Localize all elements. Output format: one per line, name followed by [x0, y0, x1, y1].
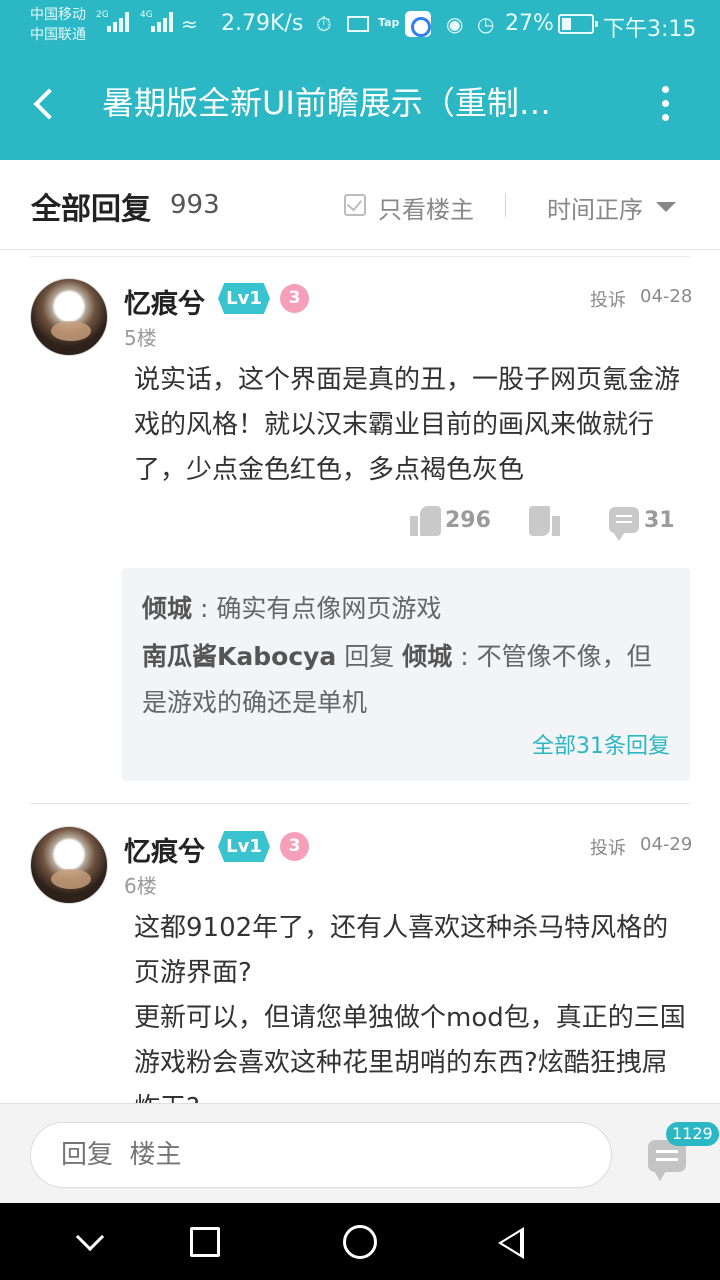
- alarm-icon: ◷: [477, 12, 495, 36]
- avatar[interactable]: [30, 278, 108, 356]
- divider: [30, 803, 690, 804]
- home-icon[interactable]: [343, 1225, 377, 1259]
- reply-input[interactable]: [30, 1122, 612, 1188]
- sub-reply-text: 确实有点像网页游戏: [216, 594, 442, 623]
- app-header: 中国移动 中国联通 2G 4G ≈ 2.79K/s ⏱ Tap ◉ ◷ 27% …: [0, 0, 720, 160]
- status-bar: 中国移动 中国联通 2G 4G ≈ 2.79K/s ⏱ Tap ◉ ◷ 27% …: [0, 0, 720, 50]
- level-badge: Lv1: [218, 831, 270, 862]
- reply-count: 993: [170, 190, 220, 220]
- checkbox-icon[interactable]: [344, 194, 366, 216]
- tap-icon: Tap: [378, 16, 400, 29]
- battery-percent: 27%: [505, 11, 554, 36]
- post-content: 说实话，这个界面是真的丑，一股子网页氪金游戏的风格！就以汉末霸业目前的画风来做就…: [134, 365, 681, 485]
- system-nav-bar: [0, 1203, 720, 1280]
- filter-bar: 全部回复 993 只看楼主 时间正序: [0, 160, 720, 250]
- eye-icon: ◉: [446, 12, 464, 36]
- rank-badge: 3: [280, 832, 309, 861]
- recent-apps-icon[interactable]: [190, 1227, 220, 1257]
- sort-dropdown[interactable]: 时间正序: [547, 190, 643, 225]
- post-date: 04-29: [640, 834, 693, 855]
- avatar[interactable]: [30, 826, 108, 904]
- carrier-1: 中国移动: [30, 7, 86, 23]
- post-content: 这都9102年了，还有人喜欢这种杀马特风格的页游界面? 更新可以，但请您单独做个…: [134, 906, 689, 1103]
- reply-bar: 1129: [0, 1103, 720, 1203]
- author-name[interactable]: 忆痕兮: [124, 830, 205, 869]
- back-button[interactable]: [18, 78, 68, 128]
- all-replies-label: 全部回复: [31, 192, 151, 227]
- comment-count[interactable]: 31: [644, 508, 675, 533]
- comment-icon[interactable]: [609, 507, 639, 541]
- timer-icon: ⏱: [316, 12, 332, 36]
- floor-number: 6楼: [124, 874, 157, 898]
- report-button[interactable]: 投诉: [590, 834, 626, 860]
- like-count[interactable]: 296: [445, 508, 491, 533]
- thumbs-up-icon[interactable]: [410, 504, 442, 538]
- post-content-line: 这都9102年了，还有人喜欢这种杀马特风格的页游界面?: [134, 913, 669, 988]
- post-content-line: 更新可以，但请您单独做个mod包，真正的三国游戏粉会喜欢这种花里胡哨的东西?炫酷…: [134, 1003, 686, 1103]
- level-badge: Lv1: [218, 283, 270, 314]
- more-options-button[interactable]: [648, 84, 684, 124]
- post-date: 04-28: [640, 286, 693, 307]
- sub-reply-target[interactable]: 倾城: [402, 642, 452, 671]
- thumbs-down-icon[interactable]: [528, 504, 560, 538]
- floor-number: 5楼: [124, 326, 157, 350]
- carrier-2: 中国联通: [30, 27, 86, 43]
- clock: 下午3:15: [603, 17, 697, 42]
- wifi-icon: ≈: [181, 12, 198, 36]
- app-notification-icon: [405, 11, 431, 37]
- report-button[interactable]: 投诉: [590, 286, 626, 312]
- sub-reply[interactable]: 南瓜酱Kabocya 回复 倾城 : 不管像不像，但是游戏的确还是单机: [142, 634, 672, 726]
- more-icon: [662, 86, 669, 93]
- signal-icon-2: [151, 12, 177, 32]
- sub-reply-author[interactable]: 倾城: [142, 594, 192, 623]
- sub-reply-author[interactable]: 南瓜酱Kabocya: [142, 642, 336, 671]
- battery-icon: [558, 14, 598, 34]
- sub-reply-colon: :: [460, 642, 477, 671]
- reply-post: 忆痕兮 Lv1 3 投诉 04-28 5楼 说实话，这个界面是真的丑，一股子网页…: [0, 258, 720, 803]
- author-name[interactable]: 忆痕兮: [124, 282, 205, 321]
- rank-badge: 3: [280, 284, 309, 313]
- page-title: 暑期版全新UI前瞻展示（重制…: [102, 84, 551, 122]
- sub-replies-box[interactable]: 倾城 : 确实有点像网页游戏 南瓜酱Kabocya 回复 倾城 : 不管像不像，…: [122, 568, 690, 781]
- divider: [505, 193, 506, 217]
- post-actions: 296 31: [0, 504, 720, 544]
- network-speed: 2.79K/s: [221, 11, 304, 36]
- reply-word: 回复: [344, 642, 395, 671]
- hide-keyboard-icon[interactable]: [75, 1222, 105, 1252]
- carrier-labels: 中国移动 中国联通: [30, 5, 86, 45]
- only-host-toggle[interactable]: 只看楼主: [378, 190, 474, 225]
- view-all-replies-link[interactable]: 全部31条回复: [532, 728, 670, 760]
- divider: [30, 256, 690, 257]
- signal-icon: [107, 12, 133, 32]
- sub-reply-colon: :: [199, 594, 217, 623]
- mail-icon: [347, 16, 369, 32]
- caret-down-icon[interactable]: [656, 202, 676, 212]
- back-triangle-icon[interactable]: [498, 1227, 524, 1259]
- sub-reply[interactable]: 倾城 : 确实有点像网页游戏: [142, 586, 672, 632]
- reply-count-badge: 1129: [666, 1122, 719, 1146]
- reply-post: 忆痕兮 Lv1 3 投诉 04-29 6楼 这都9102年了，还有人喜欢这种杀马…: [0, 806, 720, 1103]
